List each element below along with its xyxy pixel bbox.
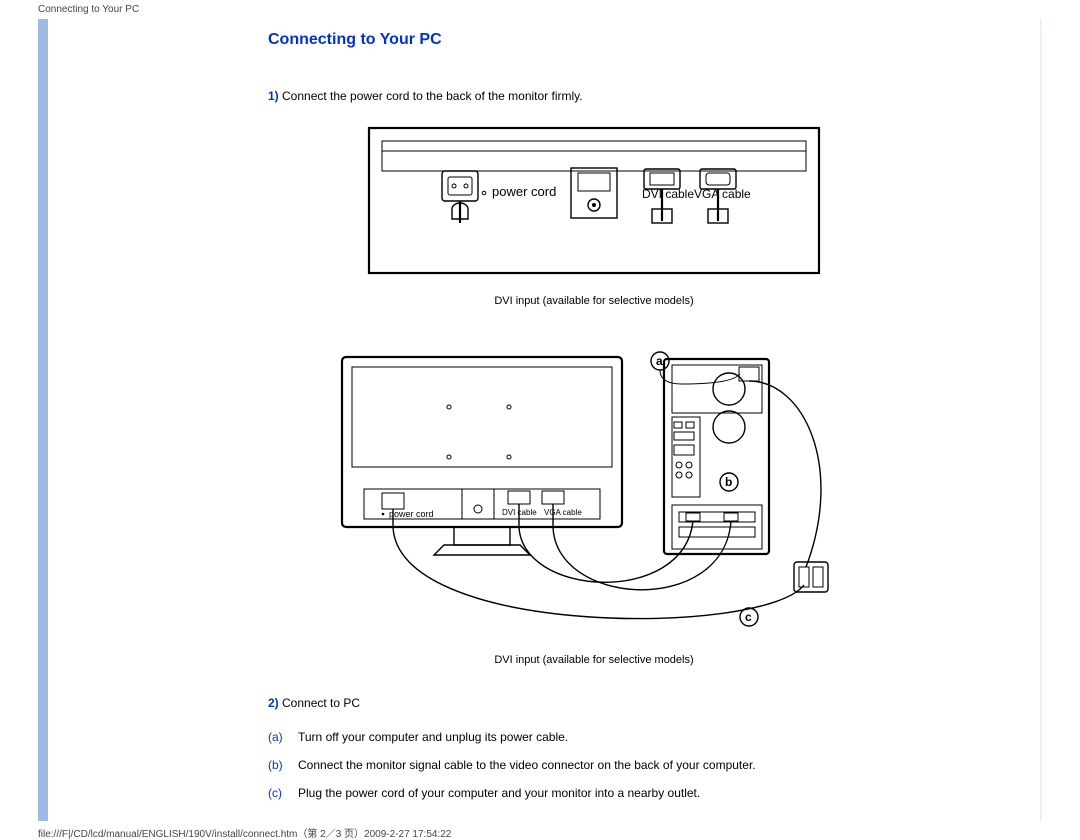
footer-path: file:///F|/CD/lcd/manual/ENGLISH/190V/in… xyxy=(0,821,1080,840)
sub-step-a: (a) Turn off your computer and unplug it… xyxy=(268,730,920,744)
figure-1: power cord DVI cable VGA cable xyxy=(268,123,920,281)
sub-step-b-label: (b) xyxy=(268,758,298,772)
step-1: 1) Connect the power cord to the back of… xyxy=(268,89,920,103)
sub-step-a-text: Turn off your computer and unplug its po… xyxy=(298,730,568,744)
sub-step-b: (b) Connect the monitor signal cable to … xyxy=(268,758,920,772)
figure-2: power cord DVI cable VGA cable xyxy=(268,337,920,640)
sub-step-c-text: Plug the power cord of your computer and… xyxy=(298,786,700,800)
fig2-marker-a: a xyxy=(656,354,663,368)
sub-step-b-text: Connect the monitor signal cable to the … xyxy=(298,758,756,772)
fig2-label-powercord: power cord xyxy=(389,509,434,519)
step-1-number: 1) xyxy=(268,89,279,103)
section-title: Connecting to Your PC xyxy=(268,31,920,49)
step-2-number: 2) xyxy=(268,696,279,710)
fig1-label-vga: VGA cable xyxy=(694,187,751,201)
fig1-label-dvi: DVI cable xyxy=(642,187,694,201)
fig2-marker-c: c xyxy=(745,610,752,624)
step-1-text: Connect the power cord to the back of th… xyxy=(279,89,583,103)
figure-1-caption: DVI input (available for selective model… xyxy=(268,295,920,307)
content-area: Connecting to Your PC 1) Connect the pow… xyxy=(268,19,1042,821)
sub-steps: (a) Turn off your computer and unplug it… xyxy=(268,730,920,800)
step-2-text: Connect to PC xyxy=(279,696,360,710)
sub-step-c-label: (c) xyxy=(268,786,298,800)
page: Connecting to Your PC 1) Connect the pow… xyxy=(38,19,1042,821)
figure-2-caption: DVI input (available for selective model… xyxy=(268,654,920,666)
sub-step-c: (c) Plug the power cord of your computer… xyxy=(268,786,920,800)
left-accent-bar xyxy=(38,19,48,821)
fig2-marker-b: b xyxy=(725,475,732,489)
step-2: 2) Connect to PC xyxy=(268,696,920,710)
header-path: Connecting to Your PC xyxy=(0,0,1080,19)
fig1-label-powercord: power cord xyxy=(492,184,556,199)
fig2-label-vga: VGA cable xyxy=(544,508,582,517)
fig2-label-dvi: DVI cable xyxy=(502,508,537,517)
sub-step-a-label: (a) xyxy=(268,730,298,744)
